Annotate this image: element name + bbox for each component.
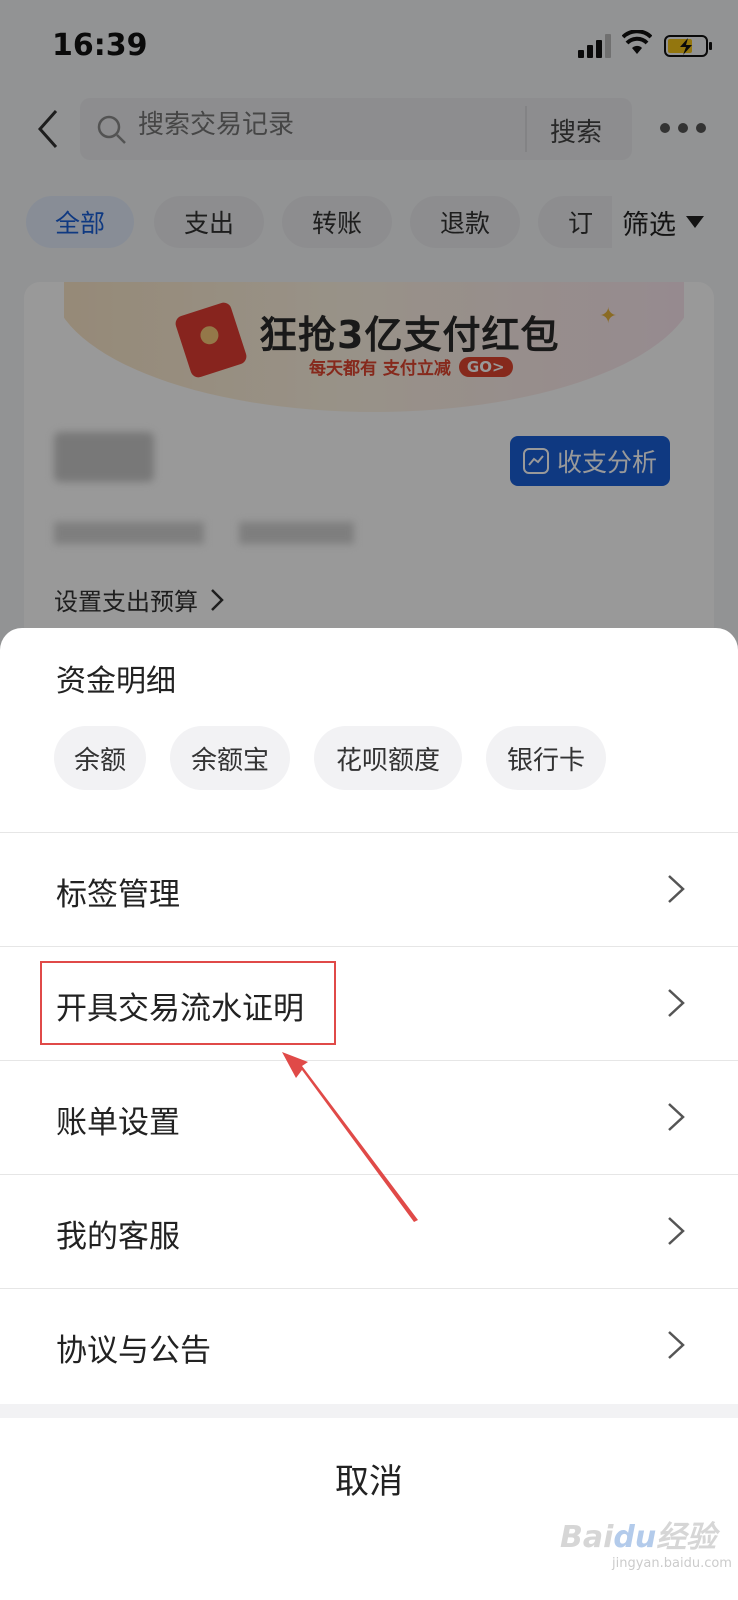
action-sheet: 资金明细 余额 余额宝 花呗额度 银行卡 标签管理 开具交易流水证明 账单设置 … (0, 628, 738, 1600)
menu-item-bill-settings[interactable]: 账单设置 (0, 1060, 738, 1174)
menu-item-tag-management[interactable]: 标签管理 (0, 832, 738, 946)
chip-bank-card[interactable]: 银行卡 (486, 726, 606, 790)
chevron-right-icon (668, 1331, 685, 1359)
chevron-right-icon (668, 1217, 685, 1245)
menu-item-label: 协议与公告 (56, 1333, 211, 1369)
chip-huabei[interactable]: 花呗额度 (314, 726, 462, 790)
menu-item-label: 标签管理 (56, 877, 180, 913)
chip-balance[interactable]: 余额 (54, 726, 146, 790)
sheet-separator (0, 1404, 738, 1418)
watermark-logo: Baidu经验 (560, 1520, 717, 1555)
menu-item-label: 账单设置 (56, 1105, 180, 1141)
annotation-highlight-box (40, 961, 336, 1045)
menu-item-label: 我的客服 (56, 1219, 180, 1255)
chevron-right-icon (668, 989, 685, 1017)
chevron-right-icon (668, 875, 685, 903)
chevron-right-icon (668, 1103, 685, 1131)
sheet-title: 资金明细 (56, 664, 176, 699)
menu-item-customer-service[interactable]: 我的客服 (0, 1174, 738, 1288)
watermark-url: jingyan.baidu.com (612, 1556, 732, 1571)
menu-item-agreements[interactable]: 协议与公告 (0, 1288, 738, 1402)
chip-yuebao[interactable]: 余额宝 (170, 726, 290, 790)
